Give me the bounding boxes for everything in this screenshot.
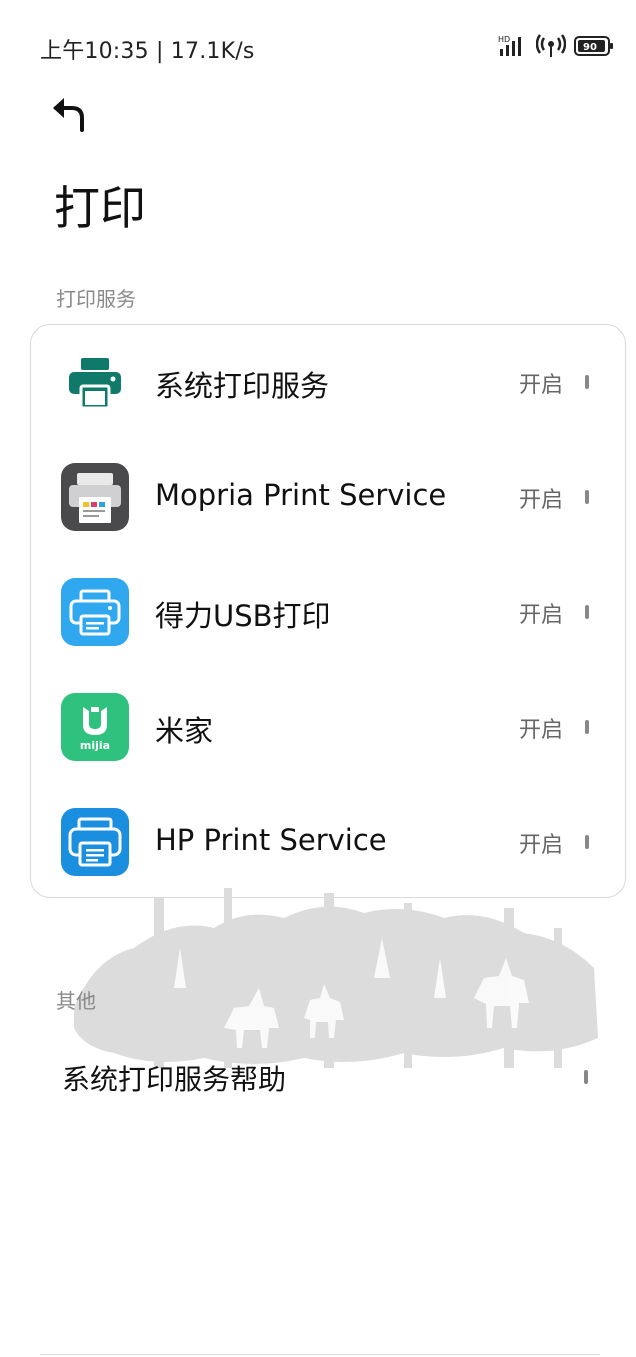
service-item-mijia[interactable]: mijia 米家 开启 [31, 670, 625, 785]
chevron-right-icon [585, 605, 589, 619]
service-status: 开启 [519, 833, 564, 858]
wifi-hotspot-icon [536, 34, 566, 57]
service-name: 系统打印服务 [155, 369, 330, 403]
print-services-card: 系统打印服务 开启 Mopria Print Service 开启 得力USB打… [30, 324, 626, 898]
print-service-help-item[interactable]: 系统打印服务帮助 [30, 1040, 606, 1112]
system-printer-icon [69, 358, 121, 410]
section-label-other: 其他 [56, 989, 96, 1013]
signal-hd-label: HD [498, 35, 510, 44]
battery-icon: 90 [574, 36, 613, 56]
mijia-icon: mijia [61, 693, 129, 761]
service-item-hp-print[interactable]: HP Print Service 开启 [31, 785, 625, 900]
status-time-speed: 上午10:35 | 17.1K/s [40, 39, 255, 64]
chevron-right-icon [585, 490, 589, 504]
chevron-right-icon [585, 835, 589, 849]
page-title: 打印 [54, 181, 146, 235]
service-item-deli-usb[interactable]: 得力USB打印 开启 [31, 555, 625, 670]
service-name: 米家 [155, 714, 214, 748]
service-item-system-print[interactable]: 系统打印服务 开启 [31, 325, 625, 440]
back-arrow-icon [53, 98, 84, 132]
chevron-right-icon [585, 720, 589, 734]
battery-level-text: 90 [583, 42, 597, 53]
back-button[interactable] [38, 88, 98, 140]
service-name: Mopria Print Service [155, 478, 447, 512]
service-status: 开启 [519, 373, 564, 398]
hp-print-icon [61, 808, 129, 876]
status-bar: 上午10:35 | 17.1K/s HD 90 [0, 0, 636, 90]
print-settings-screen: 上午10:35 | 17.1K/s HD 90 打印 打印服务 系统打印服务 开… [0, 0, 636, 1357]
chevron-right-icon [584, 1070, 588, 1084]
status-icons: HD 90 [498, 33, 614, 59]
bottom-divider [40, 1354, 600, 1355]
service-name: 得力USB打印 [155, 599, 331, 633]
service-status: 开启 [519, 603, 564, 628]
chevron-right-icon [585, 375, 589, 389]
service-item-mopria[interactable]: Mopria Print Service 开启 [31, 440, 625, 555]
service-status: 开启 [519, 718, 564, 743]
mijia-icon-text: mijia [80, 739, 110, 752]
signal-icon: HD [498, 35, 521, 56]
help-label: 系统打印服务帮助 [62, 1063, 287, 1096]
mopria-icon [61, 463, 129, 531]
service-name: HP Print Service [155, 823, 387, 857]
deli-usb-printer-icon [61, 578, 129, 646]
section-label-print-services: 打印服务 [56, 287, 136, 311]
service-status: 开启 [519, 488, 564, 513]
